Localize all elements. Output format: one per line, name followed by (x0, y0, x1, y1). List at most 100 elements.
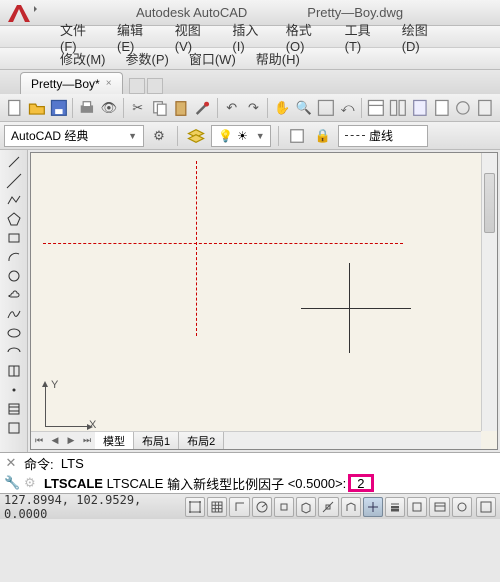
design-center-icon[interactable] (387, 97, 409, 119)
qp-toggle[interactable] (429, 497, 449, 517)
ellipse-arc-tool-icon[interactable] (3, 342, 25, 361)
zoom-prev-icon[interactable]: ⤺ (337, 97, 359, 119)
tab-nav-next-icon[interactable]: ▶ (63, 435, 79, 446)
color-icon[interactable] (286, 125, 308, 147)
calc-icon[interactable] (474, 97, 496, 119)
hatch-tool-icon[interactable] (3, 399, 25, 418)
tab-nav-prev-icon[interactable]: ◀ (47, 435, 63, 446)
zoom-icon[interactable]: 🔍 (293, 97, 315, 119)
dyn-toggle[interactable] (363, 497, 383, 517)
print-icon[interactable] (76, 97, 98, 119)
cmd-line2-prompt: 输入新线型比例因子 (167, 474, 284, 493)
scrollbar-vertical[interactable] (481, 153, 497, 431)
sheet-icon[interactable] (431, 97, 453, 119)
ortho-toggle[interactable] (229, 497, 249, 517)
doc-tab-close-icon[interactable]: × (106, 78, 112, 89)
rectangle-tool-icon[interactable] (3, 228, 25, 247)
red-dashed-horizontal (43, 243, 403, 244)
tpy-toggle[interactable] (407, 497, 427, 517)
osnap-toggle[interactable] (274, 497, 294, 517)
tool-palette-icon[interactable] (409, 97, 431, 119)
command-window[interactable]: ✕ 命令: LTS 🔧 ⚙ LTSCALE LTSCALE 输入新线型比例因子 … (0, 452, 500, 493)
match-icon[interactable] (192, 97, 214, 119)
zoom-window-icon[interactable] (315, 97, 337, 119)
cmd-wrench-icon[interactable]: 🔧 (4, 475, 18, 491)
layer-props-icon[interactable] (185, 125, 207, 147)
cmd-line2-default: <0.5000>: (288, 476, 347, 491)
pan-icon[interactable]: ✋ (271, 97, 293, 119)
scrollbar-thumb[interactable] (484, 173, 495, 233)
bulb-icon: 💡 (218, 129, 233, 143)
line-tool-icon[interactable] (3, 152, 25, 171)
lwt-toggle[interactable] (385, 497, 405, 517)
menu-modify[interactable]: 修改(M) (50, 49, 116, 68)
workspace-gear-icon[interactable]: ⚙ (148, 125, 170, 147)
redo-icon[interactable]: ↷ (243, 97, 265, 119)
menu-tools[interactable]: 工具(T) (335, 20, 392, 54)
properties-icon[interactable] (365, 97, 387, 119)
sun-icon: ☀ (237, 129, 248, 143)
tab-nav-first-icon[interactable]: ⏮ (31, 435, 47, 446)
sc-toggle[interactable] (452, 497, 472, 517)
mini-icon-1[interactable] (129, 78, 145, 94)
point-tool-icon[interactable] (3, 380, 25, 399)
layout2-tab[interactable]: 布局2 (179, 432, 224, 449)
cut-icon[interactable]: ✂ (127, 97, 149, 119)
cmd-close-icon[interactable]: ✕ (4, 455, 18, 471)
revcloud-tool-icon[interactable] (3, 285, 25, 304)
app-title: Autodesk AutoCAD (136, 5, 247, 20)
layer-state-dropdown[interactable]: 💡 ☀ ▼ (211, 125, 271, 147)
xline-tool-icon[interactable] (3, 171, 25, 190)
menu-bar-1: 文件(F) 编辑(E) 视图(V) 插入(I) 格式(O) 工具(T) 绘图(D… (0, 26, 500, 48)
copy-icon[interactable] (149, 97, 171, 119)
layout1-tab[interactable]: 布局1 (134, 432, 179, 449)
cmd-input-value[interactable]: 2 (357, 476, 364, 491)
osnap3d-toggle[interactable] (296, 497, 316, 517)
draw-toolbar (0, 150, 28, 452)
new-icon[interactable] (4, 97, 26, 119)
open-icon[interactable] (26, 97, 48, 119)
paste-icon[interactable] (170, 97, 192, 119)
menu-param[interactable]: 参数(P) (116, 49, 179, 68)
linetype-dropdown[interactable]: 虚线 (338, 125, 428, 147)
workspace-toolbar: AutoCAD 经典 ▼ ⚙ 💡 ☀ ▼ 🔒 虚线 (0, 122, 500, 150)
cmd-line2-b: LTSCALE (107, 476, 164, 491)
mini-icon-2[interactable] (147, 78, 163, 94)
circle-tool-icon[interactable] (3, 266, 25, 285)
save-icon[interactable] (48, 97, 70, 119)
snap-toggle[interactable] (185, 497, 205, 517)
markup-icon[interactable] (452, 97, 474, 119)
polygon-tool-icon[interactable] (3, 209, 25, 228)
menu-help[interactable]: 帮助(H) (246, 49, 310, 68)
block-tool-icon[interactable] (3, 361, 25, 380)
linetype-preview (345, 135, 365, 136)
arc-tool-icon[interactable] (3, 247, 25, 266)
model-tab[interactable]: 模型 (95, 432, 134, 449)
cursor-crosshair-h (301, 308, 411, 309)
model-button[interactable] (476, 497, 496, 517)
lock-icon[interactable]: 🔒 (312, 125, 334, 147)
app-logo[interactable] (4, 2, 38, 24)
cmd-prefix: 命令: (24, 454, 54, 473)
ellipse-tool-icon[interactable] (3, 323, 25, 342)
work-area: Y X ⏮ ◀ ▶ ⏭ 模型 布局1 布局2 (0, 150, 500, 452)
grid-toggle[interactable] (207, 497, 227, 517)
undo-icon[interactable]: ↶ (221, 97, 243, 119)
spline-tool-icon[interactable] (3, 304, 25, 323)
gradient-tool-icon[interactable] (3, 418, 25, 437)
preview-icon[interactable]: 👁 (98, 97, 120, 119)
polyline-tool-icon[interactable] (3, 190, 25, 209)
workspace-dropdown[interactable]: AutoCAD 经典 ▼ (4, 125, 144, 147)
polar-toggle[interactable] (252, 497, 272, 517)
workspace-label: AutoCAD 经典 (11, 127, 88, 144)
menu-window[interactable]: 窗口(W) (179, 49, 246, 68)
drawing-canvas[interactable]: Y X ⏮ ◀ ▶ ⏭ 模型 布局1 布局2 (30, 152, 498, 450)
menu-draw[interactable]: 绘图(D) (392, 20, 450, 54)
doc-tab-bar: Pretty—Boy* × (0, 70, 500, 94)
doc-tab-label: Pretty—Boy* (31, 77, 100, 91)
doc-tab[interactable]: Pretty—Boy* × (20, 72, 123, 94)
tab-nav-last-icon[interactable]: ⏭ (79, 435, 95, 446)
cmd-gear-icon[interactable]: ⚙ (24, 475, 40, 491)
ducs-toggle[interactable] (341, 497, 361, 517)
otrack-toggle[interactable] (318, 497, 338, 517)
